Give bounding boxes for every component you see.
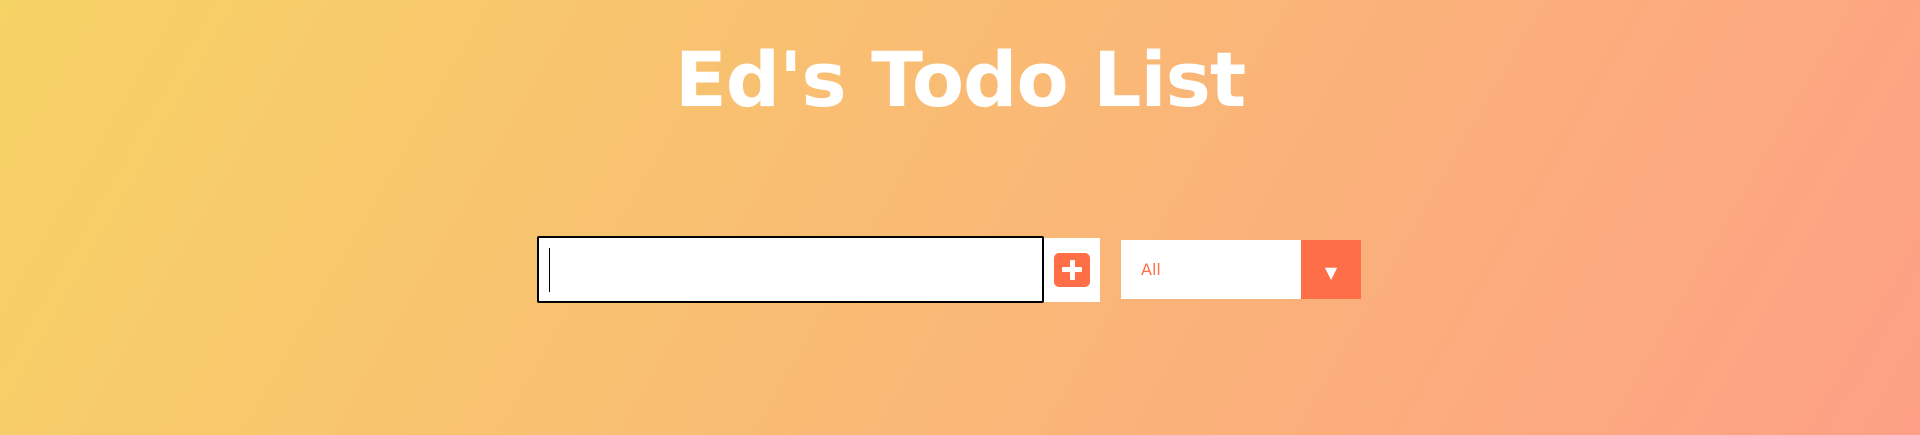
triangle-down-icon[interactable]: ▼ [1301, 240, 1361, 299]
plus-square-icon [1054, 252, 1090, 287]
filter-selected-value: All [1141, 260, 1161, 279]
add-todo-button[interactable] [1044, 237, 1100, 302]
todo-app: Ed's Todo List All ▼ [0, 0, 1920, 435]
todo-form [537, 236, 1100, 303]
filter-select[interactable]: All ▼ [1121, 240, 1361, 299]
todo-input-wrapper [537, 236, 1044, 303]
todo-input[interactable] [550, 238, 1042, 301]
page-title: Ed's Todo List [674, 35, 1246, 124]
